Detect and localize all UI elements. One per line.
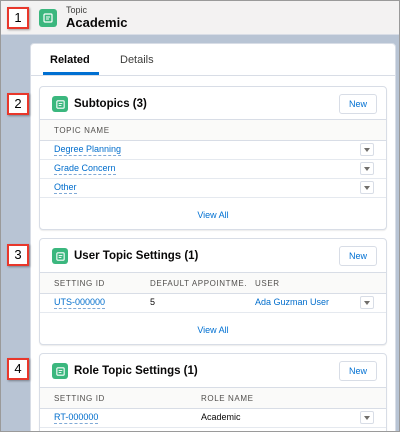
view-all-link[interactable]: View All (40, 210, 386, 220)
table-header: SETTING ID DEFAULT APPOINTME... USER (40, 272, 386, 294)
column-header[interactable]: TOPIC NAME (54, 126, 110, 135)
record-header: Topic Academic (1, 1, 399, 35)
tab-bar: Related Details (31, 44, 395, 76)
subtopics-card: Subtopics (3) New TOPIC NAME Degree Plan… (39, 86, 387, 230)
view-all-link[interactable]: View All (40, 325, 386, 335)
topic-icon (52, 363, 68, 379)
topic-icon (39, 9, 57, 27)
object-type-label: Topic (66, 5, 88, 15)
column-header[interactable]: SETTING ID (54, 279, 105, 288)
topic-name-link[interactable]: Degree Planning (54, 144, 122, 156)
table-row: Other (40, 179, 386, 198)
table-row: Degree Planning (40, 141, 386, 160)
topic-name-link[interactable]: Other (54, 182, 77, 194)
row-actions-menu[interactable] (360, 296, 374, 309)
chevron-down-icon (364, 166, 370, 171)
page-title: Academic (66, 15, 128, 30)
chevron-down-icon (364, 415, 370, 420)
row-actions-menu[interactable] (360, 181, 374, 194)
active-tab-indicator (43, 72, 99, 75)
table-row: RT-000000 Academic (40, 409, 386, 428)
setting-id-link[interactable]: UTS-000000 (54, 297, 106, 309)
new-button[interactable]: New (339, 94, 377, 114)
row-actions-menu[interactable] (360, 162, 374, 175)
table-row: UTS-000000 5 Ada Guzman User (40, 294, 386, 313)
topic-icon (52, 96, 68, 112)
table-row: Grade Concern (40, 160, 386, 179)
table-header: SETTING ID ROLE NAME (40, 387, 386, 409)
column-header[interactable]: ROLE NAME (201, 394, 254, 403)
role-topic-settings-card: Role Topic Settings (1) New SETTING ID R… (39, 353, 387, 431)
user-topic-settings-card: User Topic Settings (1) New SETTING ID D… (39, 238, 387, 345)
card-title[interactable]: Subtopics (3) (74, 98, 147, 110)
callout-3: 3 (7, 244, 29, 266)
card-header: Role Topic Settings (1) New (40, 354, 386, 386)
topic-icon (52, 248, 68, 264)
chevron-down-icon (364, 300, 370, 305)
callout-2: 2 (7, 93, 29, 115)
new-button[interactable]: New (339, 361, 377, 381)
card-title[interactable]: User Topic Settings (1) (74, 250, 198, 262)
column-header[interactable]: SETTING ID (54, 394, 105, 403)
chevron-down-icon (364, 147, 370, 152)
row-actions-menu[interactable] (360, 411, 374, 424)
callout-1: 1 (7, 7, 29, 29)
card-header: User Topic Settings (1) New (40, 239, 386, 271)
row-actions-menu[interactable] (360, 143, 374, 156)
new-button[interactable]: New (339, 246, 377, 266)
role-name-value: Academic (201, 412, 241, 422)
user-link[interactable]: Ada Guzman User (255, 297, 329, 307)
callout-4: 4 (7, 358, 29, 380)
table-header: TOPIC NAME (40, 119, 386, 141)
tab-related[interactable]: Related (50, 54, 90, 66)
tab-details[interactable]: Details (120, 54, 154, 66)
column-header[interactable]: DEFAULT APPOINTME... (150, 279, 248, 288)
default-appointment-value: 5 (150, 297, 156, 307)
card-header: Subtopics (3) New (40, 87, 386, 119)
chevron-down-icon (364, 185, 370, 190)
card-title[interactable]: Role Topic Settings (1) (74, 365, 198, 377)
setting-id-link[interactable]: RT-000000 (54, 412, 99, 424)
column-header[interactable]: USER (255, 279, 280, 288)
topic-name-link[interactable]: Grade Concern (54, 163, 116, 175)
app-frame: Topic Academic Related Details Subtopics… (0, 0, 400, 432)
